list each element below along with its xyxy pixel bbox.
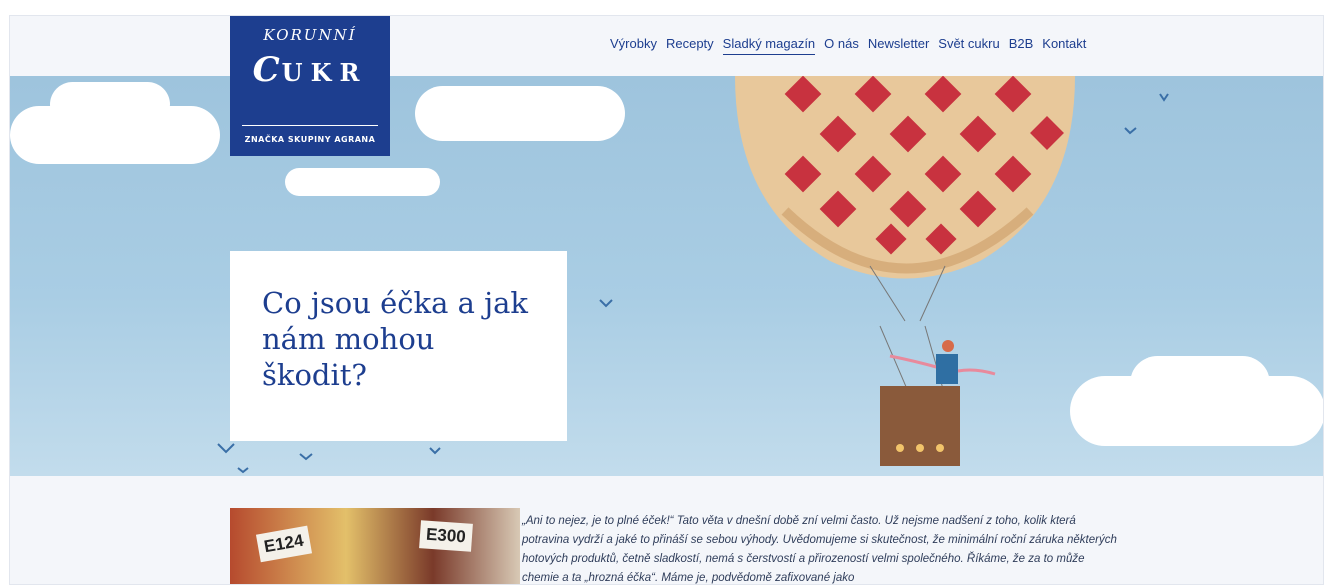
nav-item-sladky-magazin[interactable]: Sladký magazín	[722, 36, 816, 55]
nav-item-newsletter[interactable]: Newsletter	[868, 36, 929, 55]
logo-divider	[242, 125, 378, 126]
page-title: Co jsou éčka a jak nám mohou škodit?	[262, 286, 528, 392]
logo-script-initial: C	[252, 50, 280, 90]
nav-item-vyrobky[interactable]: Výrobky	[610, 36, 657, 55]
brand-logo[interactable]: KORUNNÍ CUKR ZNAČKA SKUPINY AGRANA	[230, 16, 390, 156]
nav-item-o-nas[interactable]: O nás	[824, 36, 859, 55]
page-frame: Výrobky Recepty Sladký magazín O nás New…	[9, 15, 1324, 585]
nav-item-kontakt[interactable]: Kontakt	[1042, 36, 1086, 55]
article-image: E124 E300	[230, 508, 520, 584]
image-tag-e124: E124	[255, 525, 312, 563]
main-navigation: Výrobky Recepty Sladký magazín O nás New…	[610, 36, 1086, 55]
logo-top-text: KORUNNÍ	[263, 26, 357, 44]
hero-title-card: Co jsou éčka a jak nám mohou škodit?	[230, 251, 567, 441]
image-tag-e300: E300	[419, 520, 473, 552]
nav-item-svet-cukru[interactable]: Svět cukru	[938, 36, 999, 55]
logo-tagline: ZNAČKA SKUPINY AGRANA	[244, 135, 376, 144]
nav-item-recepty[interactable]: Recepty	[666, 36, 714, 55]
birds-decoration	[217, 93, 1169, 474]
nav-item-b2b[interactable]: B2B	[1009, 36, 1034, 55]
logo-wordmark: UKR	[281, 58, 368, 87]
site-header: Výrobky Recepty Sladký magazín O nás New…	[10, 16, 1323, 76]
hero-banner	[10, 76, 1323, 476]
article-intro: „Ani to nejez, je to plné éček!“ Tato vě…	[522, 515, 1117, 584]
logo-main-text: CUKR	[230, 50, 390, 90]
